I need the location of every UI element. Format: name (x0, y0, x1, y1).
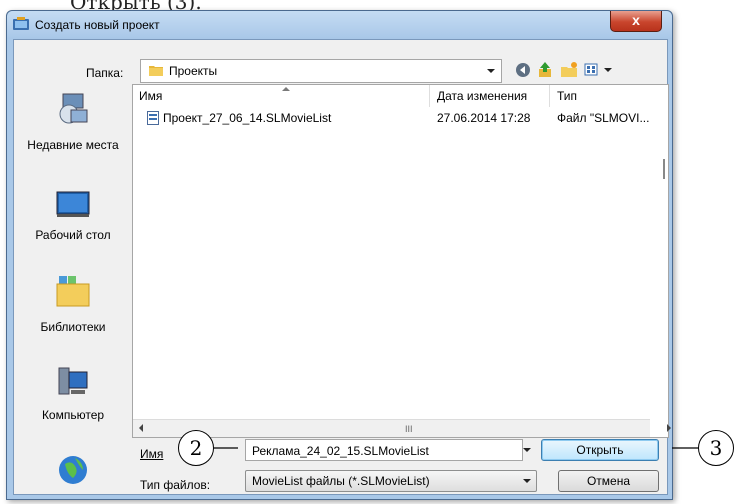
callout-lines (214, 447, 700, 449)
callout-2: 2 (178, 430, 214, 466)
callout-3: 3 (698, 430, 734, 466)
